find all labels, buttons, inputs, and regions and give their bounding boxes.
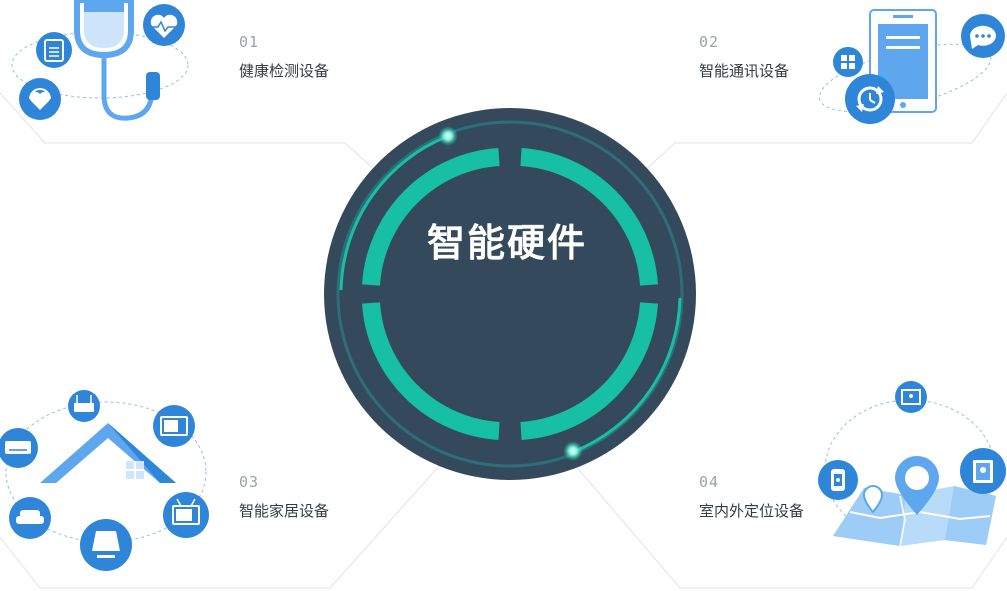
- router-icon: [68, 390, 100, 422]
- air-conditioner-icon: [0, 428, 38, 468]
- sync-icon: [845, 74, 895, 124]
- apps-grid-icon: [833, 47, 863, 77]
- heart-rate-icon: [143, 4, 185, 46]
- health-heart-icon: [19, 78, 61, 120]
- lamp-icon: [80, 519, 132, 571]
- item-smart-home: 03 智能家居设备: [239, 473, 329, 521]
- frame-bottom-left: [0, 464, 441, 589]
- clipboard-icon: [36, 32, 72, 68]
- photo-pin-icon: [895, 381, 927, 413]
- sofa-icon: [9, 497, 51, 539]
- center-hub: [324, 108, 696, 480]
- item-label: 健康检测设备: [239, 62, 330, 80]
- map-device-icon: [960, 448, 1006, 494]
- microwave-icon: [153, 405, 195, 447]
- smartwatch-icon: [818, 460, 858, 500]
- item-number: 02: [699, 33, 720, 51]
- hub-disc: [324, 108, 696, 480]
- item-health: 01 健康检测设备: [239, 33, 329, 81]
- item-label: 智能通讯设备: [699, 62, 790, 80]
- diagram: 智能硬件 01 健康检测设备 02 智能通讯设备 03 智能家居设备 04 室内…: [0, 0, 1007, 591]
- health-illustration: [11, 0, 189, 121]
- chat-bubble-icon: [961, 14, 1005, 58]
- item-communication: 02 智能通讯设备: [699, 33, 789, 81]
- center-title: 智能硬件: [426, 220, 587, 265]
- positioning-illustration: [818, 381, 1006, 547]
- smart-home-illustration: [0, 390, 209, 571]
- glow-dot-top: [438, 126, 458, 146]
- item-positioning: 04 室内外定位设备: [699, 473, 804, 521]
- item-number: 03: [239, 473, 260, 491]
- tv-icon: [163, 492, 209, 538]
- item-number: 01: [239, 33, 260, 51]
- item-label: 室内外定位设备: [699, 502, 805, 520]
- glow-dot-bottom: [563, 441, 583, 461]
- frame-top-right: [644, 92, 1007, 171]
- communication-illustration: [818, 9, 1005, 124]
- diagram-graphics: [0, 0, 1007, 589]
- item-label: 智能家居设备: [239, 502, 330, 520]
- item-number: 04: [699, 473, 720, 491]
